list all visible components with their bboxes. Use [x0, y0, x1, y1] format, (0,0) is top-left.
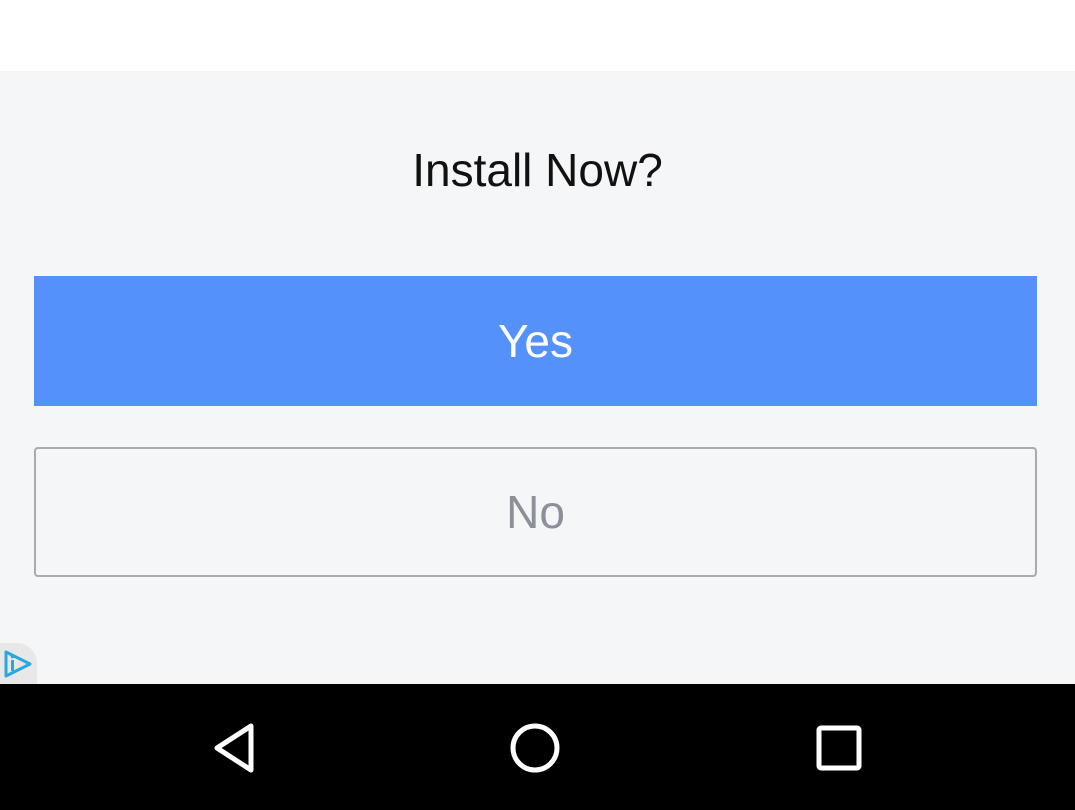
system-navigation-bar — [0, 684, 1075, 810]
no-button[interactable]: No — [34, 447, 1037, 577]
home-button[interactable] — [505, 720, 565, 776]
ad-choices-icon[interactable] — [0, 643, 37, 684]
yes-button[interactable]: Yes — [34, 276, 1037, 406]
dialog-title: Install Now? — [412, 144, 663, 196]
back-triangle-icon — [214, 723, 254, 773]
top-strip — [0, 0, 1075, 71]
recents-button[interactable] — [809, 720, 869, 776]
recents-square-icon — [816, 725, 862, 771]
back-button[interactable] — [203, 720, 263, 776]
home-circle-icon — [510, 723, 560, 773]
